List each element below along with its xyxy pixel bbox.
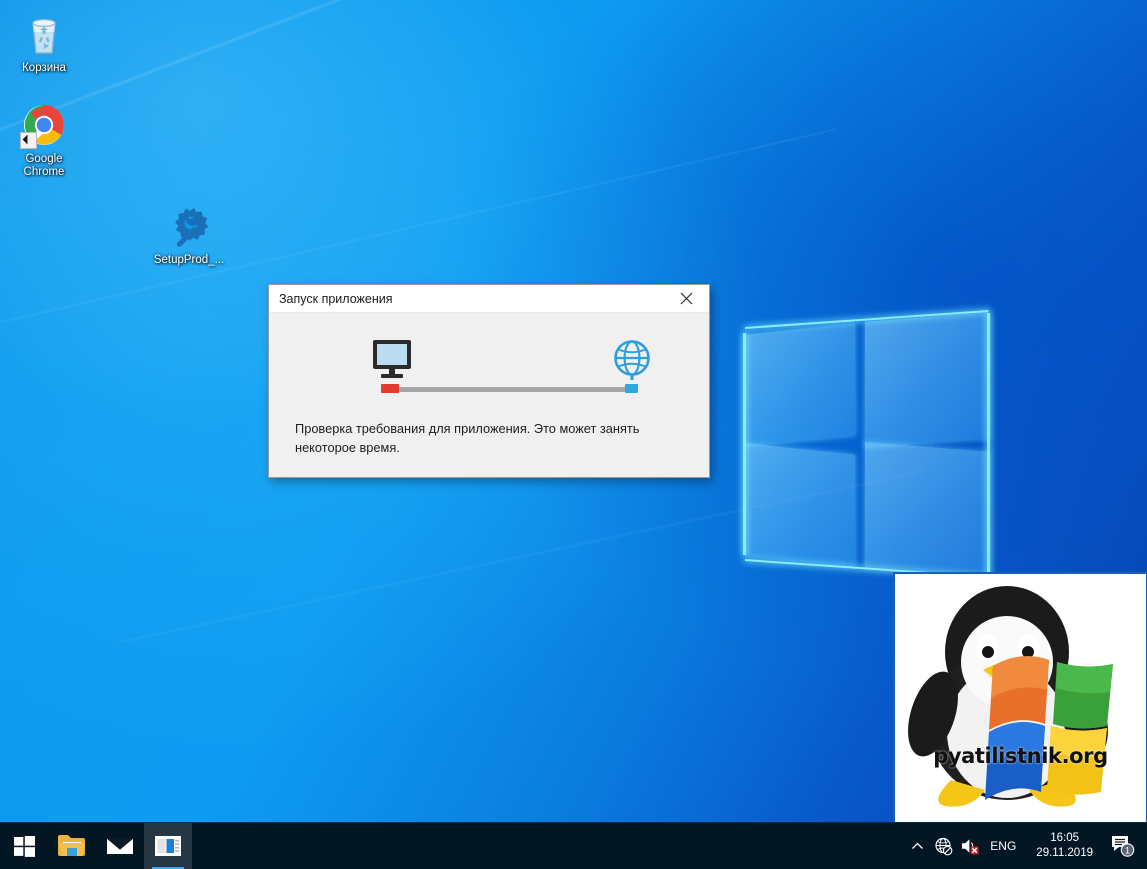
desktop-icon-label: SetupProd_... <box>147 254 231 267</box>
wallpaper-light-ray <box>0 0 857 155</box>
shortcut-arrow-icon <box>20 132 37 149</box>
show-hidden-icons-button[interactable] <box>904 840 930 853</box>
network-disconnected-icon <box>934 837 953 856</box>
wrench-gear-icon <box>165 202 213 250</box>
clock[interactable]: 16:05 29.11.2019 <box>1026 831 1103 861</box>
clock-date: 29.11.2019 <box>1036 846 1093 861</box>
watermark-text: pyatilistnik.org <box>895 744 1146 768</box>
network-button[interactable] <box>930 837 956 856</box>
desktop-icon-label: Google Chrome <box>2 153 86 179</box>
windows-logo-wallpaper <box>737 297 999 565</box>
volume-button[interactable] <box>956 837 982 855</box>
dialog-title: Запуск приложения <box>269 292 393 306</box>
desktop-icon-setupprod[interactable]: SetupProd_... <box>147 202 231 267</box>
file-explorer-button[interactable] <box>48 823 96 869</box>
clock-time: 16:05 <box>1036 831 1093 846</box>
desktop-icon-label: Корзина <box>2 62 86 75</box>
volume-muted-icon <box>960 837 979 855</box>
close-button[interactable] <box>664 285 709 312</box>
app-window-button[interactable] <box>144 823 192 869</box>
progress-line <box>389 387 633 392</box>
svg-text:1: 1 <box>1125 845 1130 855</box>
desktop-icon-google-chrome[interactable]: Google Chrome <box>2 101 86 179</box>
windows-start-icon <box>14 836 35 857</box>
recycle-bin-icon <box>20 10 68 58</box>
watermark-logo: pyatilistnik.org <box>893 572 1147 823</box>
transfer-animation <box>307 335 671 397</box>
wallpaper-light-ray <box>120 470 923 644</box>
progress-marker-source <box>381 384 399 393</box>
globe-icon <box>611 339 653 388</box>
progress-marker-target <box>625 384 638 393</box>
action-center-button[interactable]: 1 <box>1103 834 1143 858</box>
desktop-wallpaper[interactable]: Корзина Google Chrome <box>0 0 1147 823</box>
dialog-body: Проверка требования для приложения. Это … <box>269 313 709 477</box>
action-center-icon: 1 <box>1110 834 1136 858</box>
monitor-icon <box>371 337 413 384</box>
google-chrome-icon <box>20 101 68 149</box>
close-icon <box>680 292 693 305</box>
taskbar[interactable]: ENG 16:05 29.11.2019 1 <box>0 822 1147 869</box>
language-indicator[interactable]: ENG <box>982 839 1026 853</box>
taskbar-empty-area[interactable] <box>192 823 904 869</box>
chevron-up-icon <box>911 840 924 853</box>
folder-icon <box>57 833 87 859</box>
application-launch-dialog[interactable]: Запуск приложения <box>268 284 710 478</box>
dialog-message: Проверка требования для приложения. Это … <box>295 397 683 457</box>
desktop-icon-recycle-bin[interactable]: Корзина <box>2 10 86 75</box>
start-button[interactable] <box>0 823 48 869</box>
envelope-icon <box>106 835 134 857</box>
window-icon <box>154 835 182 857</box>
system-tray: ENG 16:05 29.11.2019 1 <box>904 823 1147 869</box>
dialog-titlebar[interactable]: Запуск приложения <box>269 285 709 313</box>
mail-button[interactable] <box>96 823 144 869</box>
taskbar-buttons <box>0 823 192 869</box>
